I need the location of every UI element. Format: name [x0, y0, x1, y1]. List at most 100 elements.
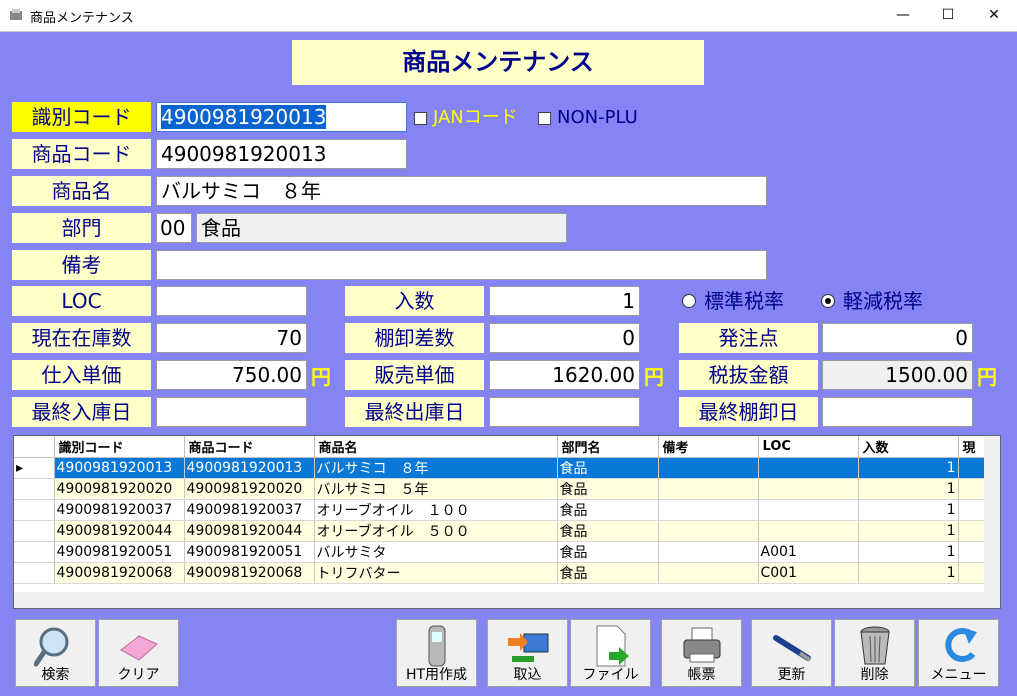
table-cell[interactable] [658, 478, 759, 500]
search-button[interactable]: 検索 [15, 619, 96, 687]
table-cell[interactable]: 4900981920068 [54, 562, 185, 584]
table-cell[interactable]: 4900981920037 [54, 499, 185, 521]
table-cell[interactable]: 4900981920020 [184, 478, 315, 500]
col-header[interactable]: LOC [758, 436, 859, 458]
radio-dot[interactable] [682, 293, 696, 308]
table-cell[interactable] [658, 520, 759, 542]
table-row[interactable]: 4900981920044 4900981920044 オリーブオイル ５００ 食品 1 [14, 520, 999, 542]
table-row[interactable]: 4900981920068 4900981920068 トリフバター 食品 C001 1 [14, 562, 999, 584]
col-header[interactable]: 商品名 [314, 436, 558, 458]
table-cell[interactable] [658, 457, 759, 479]
last-in-input[interactable] [156, 397, 307, 427]
minimize-button[interactable]: — [880, 0, 926, 31]
remarks-input[interactable] [156, 250, 767, 280]
table-cell[interactable]: 食品 [557, 478, 659, 500]
table-cell[interactable]: 1 [858, 562, 959, 584]
update-button[interactable]: 更新 [751, 619, 832, 687]
col-header[interactable]: 入数 [858, 436, 959, 458]
table-cell[interactable]: バルサミコ ８年 [314, 457, 558, 479]
non-plu-checkbox[interactable]: NON-PLU [538, 108, 638, 128]
quantity-input[interactable]: 1 [489, 286, 640, 316]
row-selector[interactable] [14, 541, 55, 563]
standard-tax-radio[interactable]: 標準税率 [682, 288, 784, 314]
product-name-input[interactable]: バルサミコ ８年 [156, 176, 767, 206]
table-row[interactable]: ▸ 4900981920013 4900981920013 バルサミコ ８年 食品 1 [14, 457, 999, 479]
last-inventory-input[interactable] [822, 397, 973, 427]
table-cell[interactable]: オリーブオイル ５００ [314, 520, 558, 542]
table-cell[interactable] [658, 499, 759, 521]
table-cell[interactable]: バルサミコ ５年 [314, 478, 558, 500]
file-button[interactable]: ファイル [570, 619, 651, 687]
reduced-tax-radio[interactable]: 軽減税率 [821, 288, 923, 314]
jan-code-checkbox[interactable]: JANコード [414, 108, 518, 128]
nonplu-checkbox-box[interactable] [538, 111, 551, 125]
close-button[interactable]: ✕ [971, 0, 1017, 31]
table-cell[interactable]: 食品 [557, 562, 659, 584]
radio-dot-selected[interactable] [821, 293, 835, 308]
product-code-input[interactable]: 4900981920013 [156, 139, 407, 169]
department-code-input[interactable]: 00 [156, 213, 192, 243]
table-row[interactable]: 4900981920020 4900981920020 バルサミコ ５年 食品 1 [14, 478, 999, 500]
table-row[interactable]: 4900981920051 4900981920051 バルサミタ 食品 A001 1 [14, 541, 999, 563]
table-cell[interactable]: オリーブオイル １００ [314, 499, 558, 521]
delete-button[interactable]: 削除 [834, 619, 915, 687]
table-cell[interactable] [758, 478, 859, 500]
report-button[interactable]: 帳票 [661, 619, 742, 687]
table-cell[interactable]: バルサミタ [314, 541, 558, 563]
table-cell[interactable]: 4900981920051 [184, 541, 315, 563]
menu-button[interactable]: メニュー [918, 619, 999, 687]
table-cell[interactable]: 1 [858, 478, 959, 500]
table-cell[interactable]: 4900981920013 [54, 457, 185, 479]
row-selector[interactable] [14, 478, 55, 500]
table-cell[interactable]: 4900981920013 [184, 457, 315, 479]
table-cell[interactable]: 食品 [557, 499, 659, 521]
table-cell[interactable] [758, 499, 859, 521]
sale-price-input[interactable]: 1620.00 [489, 360, 640, 390]
vertical-scrollbar[interactable] [984, 436, 1000, 608]
product-name-label: 商品名 [12, 176, 151, 206]
table-cell[interactable]: A001 [758, 541, 859, 563]
row-selector[interactable] [14, 499, 55, 521]
row-selector[interactable] [14, 562, 55, 584]
row-selector[interactable]: ▸ [14, 457, 55, 479]
loc-input[interactable] [156, 286, 307, 316]
maximize-button[interactable]: ☐ [925, 0, 971, 31]
table-cell[interactable]: 4900981920020 [54, 478, 185, 500]
table-cell[interactable]: 食品 [557, 541, 659, 563]
table-cell[interactable]: 4900981920044 [54, 520, 185, 542]
row-selector[interactable] [14, 520, 55, 542]
col-header[interactable]: 備考 [658, 436, 759, 458]
jan-checkbox-box[interactable] [414, 111, 427, 125]
table-cell[interactable] [758, 520, 859, 542]
table-cell[interactable]: C001 [758, 562, 859, 584]
stock-input[interactable]: 70 [156, 323, 307, 353]
inventory-diff-input[interactable]: 0 [489, 323, 640, 353]
horizontal-scrollbar[interactable] [14, 592, 984, 608]
table-cell[interactable]: 食品 [557, 457, 659, 479]
table-cell[interactable]: 4900981920051 [54, 541, 185, 563]
table-cell[interactable]: 食品 [557, 520, 659, 542]
table-cell[interactable]: 4900981920037 [184, 499, 315, 521]
table-cell[interactable] [758, 457, 859, 479]
table-cell[interactable]: 1 [858, 520, 959, 542]
cost-price-input[interactable]: 750.00 [156, 360, 307, 390]
col-header[interactable]: 識別コード [54, 436, 185, 458]
last-out-input[interactable] [489, 397, 640, 427]
col-header[interactable]: 部門名 [557, 436, 659, 458]
table-cell[interactable]: トリフバター [314, 562, 558, 584]
table-cell[interactable]: 1 [858, 541, 959, 563]
table-cell[interactable]: 1 [858, 499, 959, 521]
col-header[interactable]: 商品コード [184, 436, 315, 458]
order-point-input[interactable]: 0 [822, 323, 973, 353]
table-cell[interactable] [658, 562, 759, 584]
ht-create-button[interactable]: HT用作成 [396, 619, 477, 687]
table-cell[interactable]: 1 [858, 457, 959, 479]
import-button[interactable]: 取込 [487, 619, 568, 687]
product-grid[interactable]: 識別コード 商品コード 商品名 部門名 備考 LOC 入数 現 ▸ 4900981… [13, 435, 1001, 609]
table-cell[interactable]: 4900981920044 [184, 520, 315, 542]
clear-button[interactable]: クリア [98, 619, 179, 687]
table-cell[interactable]: 4900981920068 [184, 562, 315, 584]
id-code-input[interactable]: 4900981920013 [156, 102, 407, 132]
table-cell[interactable] [658, 541, 759, 563]
table-row[interactable]: 4900981920037 4900981920037 オリーブオイル １００ 食品 1 [14, 499, 999, 521]
